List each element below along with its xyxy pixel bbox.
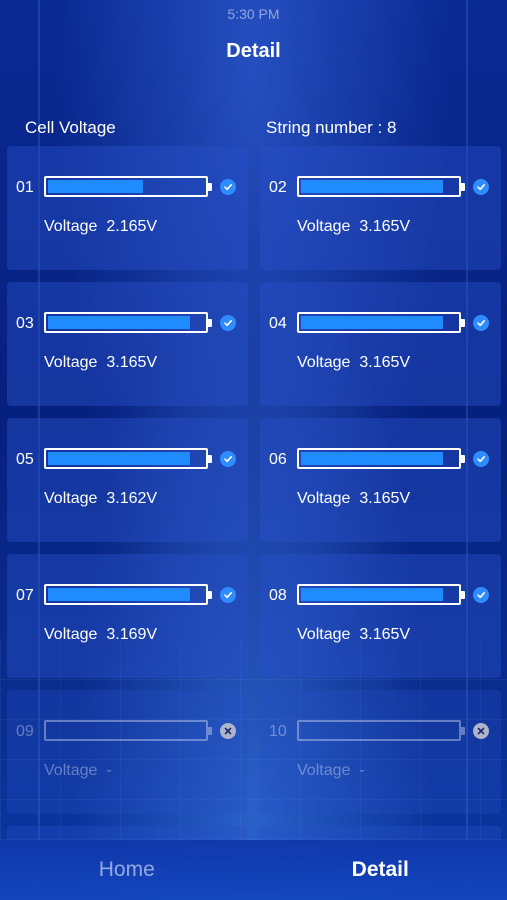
- cell-number: 06: [269, 451, 287, 468]
- cell-number: 07: [16, 587, 34, 604]
- cell-number: 03: [16, 315, 34, 332]
- voltage-reading: Voltage 3.165V: [297, 354, 410, 372]
- cell-number: 04: [269, 315, 287, 332]
- page-title: Detail: [226, 40, 281, 62]
- voltage-value: 3.169V: [106, 626, 158, 643]
- voltage-value: 3.165V: [106, 354, 158, 371]
- battery-level-fill: [48, 588, 190, 601]
- cell-number: 09: [16, 723, 34, 740]
- cell-number: 05: [16, 451, 34, 468]
- x-circle-icon: [473, 723, 489, 739]
- cell-card[interactable]: 06 Voltage 3.165V: [260, 418, 501, 542]
- check-circle-icon: [473, 587, 489, 603]
- voltage-reading: Voltage 3.165V: [297, 490, 410, 508]
- voltage-label: Voltage: [44, 354, 98, 371]
- voltage-reading: Voltage 3.165V: [44, 354, 157, 372]
- check-circle-icon: [220, 451, 236, 467]
- voltage-label: Voltage: [297, 626, 351, 643]
- cell-card[interactable]: 08 Voltage 3.165V: [260, 554, 501, 678]
- voltage-reading: Voltage 3.165V: [297, 626, 410, 644]
- check-circle-icon: [473, 179, 489, 195]
- voltage-value: 3.165V: [359, 218, 411, 235]
- voltage-label: Voltage: [44, 490, 98, 507]
- battery-icon: [297, 720, 465, 741]
- cell-number: 08: [269, 587, 287, 604]
- cell-grid: 01 Voltage 2.165V 02 Voltage 3.165V 03 Voltage 3…: [7, 146, 501, 814]
- voltage-value: 3.165V: [359, 626, 411, 643]
- voltage-reading: Voltage 2.165V: [44, 218, 157, 236]
- voltage-value: 2.165V: [106, 218, 158, 235]
- cell-number: 01: [16, 179, 34, 196]
- battery-level-fill: [48, 452, 190, 465]
- x-circle-icon: [220, 723, 236, 739]
- cell-card[interactable]: 03 Voltage 3.165V: [7, 282, 248, 406]
- voltage-value: 3.165V: [359, 490, 411, 507]
- battery-level-fill: [48, 180, 144, 193]
- tab-bar: Home Detail: [0, 840, 507, 900]
- battery-icon: [44, 448, 212, 469]
- cell-card[interactable]: 01 Voltage 2.165V: [7, 146, 248, 270]
- voltage-reading: Voltage -: [297, 762, 365, 780]
- battery-level-fill: [301, 588, 443, 601]
- cell-card[interactable]: 07 Voltage 3.169V: [7, 554, 248, 678]
- voltage-value: 3.165V: [359, 354, 411, 371]
- battery-level-fill: [48, 316, 190, 329]
- battery-level-fill: [301, 452, 443, 465]
- cell-voltage-label: Cell Voltage: [25, 118, 116, 137]
- battery-icon: [297, 312, 465, 333]
- battery-icon: [297, 448, 465, 469]
- voltage-reading: Voltage 3.165V: [297, 218, 410, 236]
- battery-level-fill: [301, 316, 443, 329]
- voltage-label: Voltage: [297, 218, 351, 235]
- voltage-reading: Voltage -: [44, 762, 112, 780]
- string-number-label: String number : 8: [266, 118, 397, 137]
- battery-icon: [44, 176, 212, 197]
- cell-card[interactable]: 09 Voltage -: [7, 690, 248, 814]
- cell-card[interactable]: 02 Voltage 3.165V: [260, 146, 501, 270]
- voltage-label: Voltage: [297, 762, 351, 779]
- cell-number: 02: [269, 179, 287, 196]
- battery-icon: [44, 312, 212, 333]
- voltage-reading: Voltage 3.162V: [44, 490, 157, 508]
- voltage-label: Voltage: [297, 354, 351, 371]
- voltage-label: Voltage: [44, 762, 98, 779]
- voltage-label: Voltage: [44, 626, 98, 643]
- check-circle-icon: [220, 315, 236, 331]
- cell-card[interactable]: 05 Voltage 3.162V: [7, 418, 248, 542]
- battery-level-fill: [301, 180, 443, 193]
- tab-detail[interactable]: Detail: [254, 840, 507, 900]
- check-circle-icon: [220, 179, 236, 195]
- battery-icon: [44, 584, 212, 605]
- check-circle-icon: [473, 315, 489, 331]
- battery-icon: [297, 584, 465, 605]
- cell-card[interactable]: 10 Voltage -: [260, 690, 501, 814]
- voltage-reading: Voltage 3.169V: [44, 626, 157, 644]
- tab-home[interactable]: Home: [0, 840, 254, 900]
- cell-number: 10: [269, 723, 287, 740]
- voltage-value: 3.162V: [106, 490, 158, 507]
- cell-card[interactable]: 04 Voltage 3.165V: [260, 282, 501, 406]
- voltage-label: Voltage: [44, 218, 98, 235]
- voltage-value: -: [106, 762, 112, 779]
- status-bar-time: 5:30 PM: [227, 6, 280, 22]
- battery-icon: [297, 176, 465, 197]
- battery-icon: [44, 720, 212, 741]
- voltage-label: Voltage: [297, 490, 351, 507]
- check-circle-icon: [220, 587, 236, 603]
- check-circle-icon: [473, 451, 489, 467]
- voltage-value: -: [359, 762, 365, 779]
